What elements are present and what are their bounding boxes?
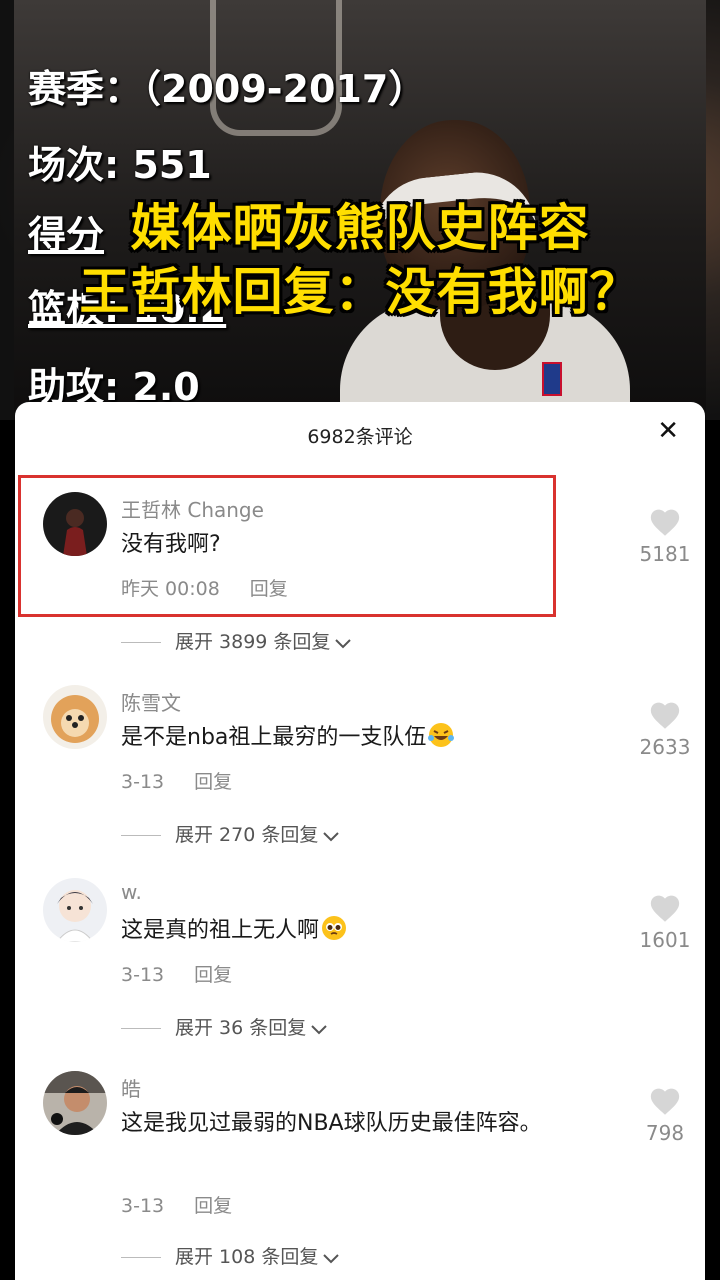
chevron-down-icon [335, 638, 352, 648]
like-count: 798 [645, 1121, 685, 1145]
heart-icon [650, 702, 680, 729]
chevron-down-icon [323, 831, 340, 841]
avatar[interactable] [43, 1071, 107, 1135]
expand-replies-button[interactable]: 展开 270 条回复 [121, 820, 340, 847]
expand-replies-label: 展开 36 条回复 [175, 1017, 307, 1039]
stat-games: 场次: 551 [28, 143, 212, 187]
comment-meta: 3-13 回复 [121, 767, 232, 794]
avatar[interactable] [43, 685, 107, 749]
reply-button[interactable]: 回复 [250, 578, 288, 600]
comment-text: 是不是nba祖上最穷的一支队伍 [121, 719, 591, 757]
comment-time: 3-13 [121, 1195, 165, 1217]
comment-time: 3-13 [121, 964, 165, 986]
heart-icon [650, 509, 680, 536]
heart-icon [650, 895, 680, 922]
comment-text-body: 是不是nba祖上最穷的一支队伍 [121, 725, 427, 750]
like-count: 1601 [639, 928, 691, 952]
headline-line-1: 媒体晒灰熊队史阵容 [130, 199, 590, 257]
comment-username[interactable]: w. [121, 880, 142, 904]
chevron-down-icon [311, 1024, 327, 1034]
reply-button[interactable]: 回复 [194, 1195, 232, 1217]
nba-logo-icon [542, 362, 562, 396]
divider-line [121, 835, 161, 836]
like-button[interactable]: 2633 [625, 699, 705, 759]
chevron-down-icon [323, 1253, 340, 1263]
expand-replies-button[interactable]: 展开 108 条回复 [121, 1242, 340, 1269]
pleading-face-emoji-icon [322, 916, 347, 940]
pomeranian-avatar-icon [43, 685, 107, 749]
laughing-tears-emoji-icon [428, 723, 455, 747]
comment-sheet: 6982条评论 ✕ 王哲林 Change 没有我啊? 昨天 00:08 回复 51… [15, 402, 705, 1280]
comment-username[interactable]: 皓 [121, 1073, 141, 1102]
comment-username[interactable]: 陈雪文 [121, 687, 181, 716]
expand-replies-label: 展开 270 条回复 [175, 824, 319, 846]
expand-replies-label: 展开 108 条回复 [175, 1246, 319, 1268]
comment-meta: 3-13 回复 [121, 1191, 232, 1218]
like-button[interactable]: 798 [625, 1085, 705, 1145]
comment-text: 没有我啊? [121, 532, 221, 557]
dark-jersey-avatar-icon [43, 492, 107, 556]
anime-girl-avatar-icon [43, 878, 107, 942]
expand-replies-label: 展开 3899 条回复 [175, 631, 331, 653]
divider-line [121, 1257, 161, 1258]
like-count: 5181 [639, 542, 691, 566]
comment-text-body: 这是真的祖上无人啊 [121, 918, 320, 943]
comment-text: 这是我见过最弱的NBA球队历史最佳阵容。 [121, 1111, 542, 1136]
expand-replies-button[interactable]: 展开 3899 条回复 [121, 627, 352, 654]
comment-meta: 昨天 00:08 回复 [121, 574, 288, 601]
reply-button[interactable]: 回复 [194, 771, 232, 793]
like-button[interactable]: 5181 [625, 506, 705, 566]
comment-meta: 3-13 回复 [121, 960, 232, 987]
comment-time: 3-13 [121, 771, 165, 793]
heart-icon [650, 1088, 680, 1115]
comment-count-title: 6982条评论 [307, 426, 413, 448]
like-count: 2633 [639, 735, 691, 759]
headline-line-2: 王哲林回复：没有我啊？ [79, 263, 641, 321]
avatar[interactable] [43, 492, 107, 556]
like-button[interactable]: 1601 [625, 892, 705, 952]
stat-season: 赛季：（2009-2017） [28, 67, 427, 111]
expand-replies-button[interactable]: 展开 36 条回复 [121, 1013, 328, 1040]
comment-time: 昨天 00:08 [121, 578, 220, 600]
avatar[interactable] [43, 878, 107, 942]
reply-button[interactable]: 回复 [194, 964, 232, 986]
divider-line [121, 642, 161, 643]
close-button[interactable]: ✕ [657, 418, 679, 444]
video-background: 赛季：（2009-2017） 场次: 551 得分 篮板: 10.2 助攻: 2… [0, 0, 720, 420]
comment-username[interactable]: 王哲林 Change [121, 494, 264, 523]
man-photo-avatar-icon [43, 1071, 107, 1135]
divider-line [121, 1028, 161, 1029]
comment-text: 这是真的祖上无人啊 [121, 912, 591, 950]
